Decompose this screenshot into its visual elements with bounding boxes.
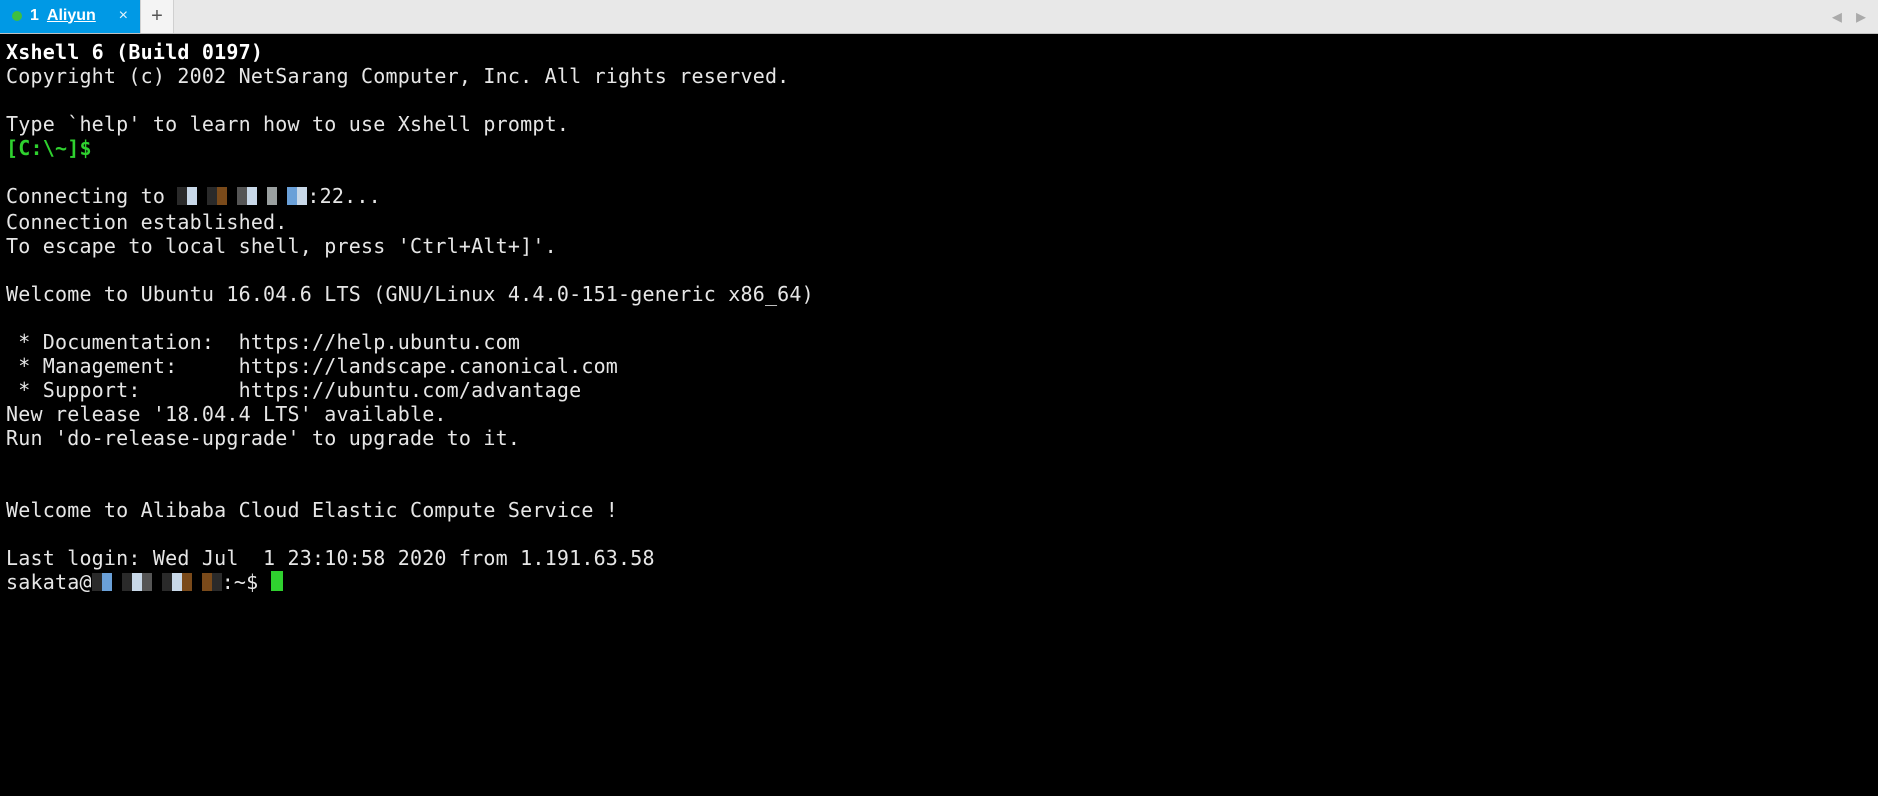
help-hint: Type `help' to learn how to use Xshell p… bbox=[6, 112, 569, 136]
redacted-host-icon bbox=[177, 186, 307, 210]
terminal-output[interactable]: Xshell 6 (Build 0197) Copyright (c) 2002… bbox=[0, 34, 1878, 796]
welcome-os: Welcome to Ubuntu 16.04.6 LTS (GNU/Linux… bbox=[6, 282, 814, 306]
new-tab-button[interactable]: + bbox=[140, 0, 174, 33]
new-release-line: New release '18.04.4 LTS' available. bbox=[6, 402, 447, 426]
tab-scroll-right-icon[interactable]: ▸ bbox=[1852, 2, 1870, 31]
tab-title: Aliyun bbox=[47, 7, 109, 25]
tab-close-icon[interactable]: × bbox=[117, 7, 130, 25]
redacted-hostname-icon bbox=[92, 572, 222, 596]
management-link-line: * Management: https://landscape.canonica… bbox=[6, 354, 618, 378]
remote-prompt-user: sakata@ bbox=[6, 570, 92, 594]
remote-prompt-suffix: :~$ bbox=[222, 570, 271, 594]
doc-link-line: * Documentation: https://help.ubuntu.com bbox=[6, 330, 520, 354]
connection-status-dot-icon bbox=[12, 11, 22, 21]
escape-hint: To escape to local shell, press 'Ctrl+Al… bbox=[6, 234, 557, 258]
tab-scroll-controls: ◂ ▸ bbox=[1828, 0, 1878, 33]
connecting-prefix: Connecting to bbox=[6, 184, 177, 208]
last-login: Last login: Wed Jul 1 23:10:58 2020 from… bbox=[6, 546, 655, 570]
tab-scroll-left-icon[interactable]: ◂ bbox=[1828, 2, 1846, 31]
tab-bar: 1 Aliyun × + ◂ ▸ bbox=[0, 0, 1878, 34]
local-prompt: [C:\~]$ bbox=[6, 136, 92, 160]
app-header: Xshell 6 (Build 0197) bbox=[6, 40, 263, 64]
connecting-suffix: :22... bbox=[307, 184, 380, 208]
tab-aliyun[interactable]: 1 Aliyun × bbox=[0, 0, 140, 33]
cursor-icon bbox=[271, 571, 283, 591]
connection-established: Connection established. bbox=[6, 210, 288, 234]
copyright-line: Copyright (c) 2002 NetSarang Computer, I… bbox=[6, 64, 789, 88]
support-link-line: * Support: https://ubuntu.com/advantage bbox=[6, 378, 581, 402]
upgrade-hint-line: Run 'do-release-upgrade' to upgrade to i… bbox=[6, 426, 520, 450]
tab-index: 1 bbox=[30, 7, 39, 25]
welcome-ecs: Welcome to Alibaba Cloud Elastic Compute… bbox=[6, 498, 618, 522]
